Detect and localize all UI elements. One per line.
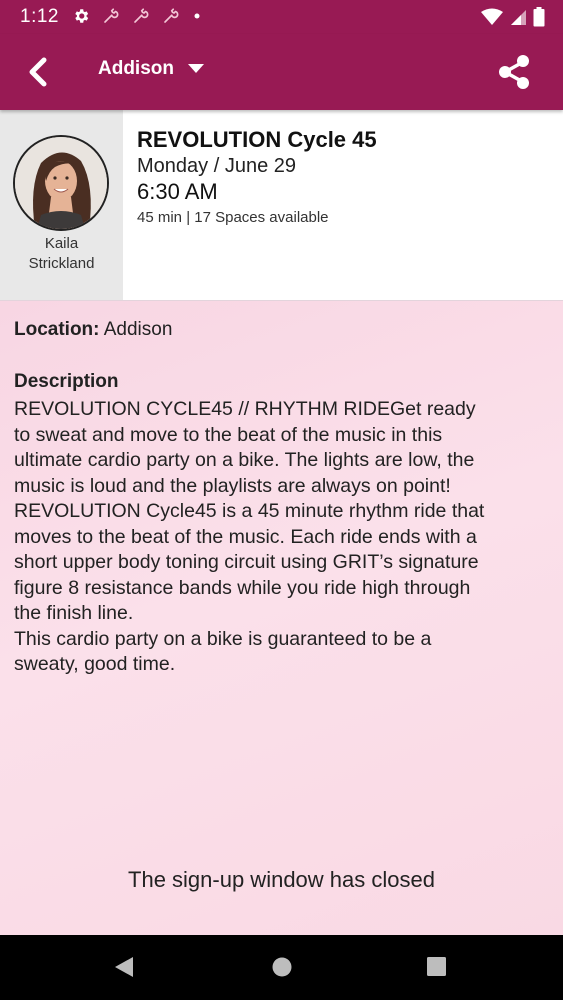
location-label: Location:	[14, 319, 100, 340]
share-button[interactable]	[497, 54, 531, 90]
nav-recents-icon	[427, 957, 446, 976]
nav-home-icon	[272, 957, 292, 977]
description-line: music is loud and the playlists are alwa…	[14, 474, 451, 497]
description-line: figure 8 resistance bands while you ride…	[14, 576, 471, 599]
description-line: REVOLUTION CYCLE45 // RHYTHM RIDEGet rea…	[14, 398, 476, 420]
class-meta: 45 min | 17 Spaces available	[137, 209, 329, 226]
description-line: REVOLUTION Cycle45 is a 45 minute rhythm…	[14, 500, 485, 522]
nav-back-button[interactable]	[112, 955, 136, 984]
class-title: REVOLUTION Cycle 45	[137, 127, 377, 152]
wrench-icon	[164, 8, 179, 23]
instructor-photo	[15, 137, 107, 229]
class-date: Monday / June 29	[137, 155, 296, 177]
instructor-first-name: Kaila	[44, 235, 79, 252]
class-details: Location: Addison Description REVOLUTION…	[0, 301, 563, 935]
class-time: 6:30 AM	[137, 179, 218, 204]
location-selector-label: Addison	[98, 58, 174, 79]
instructor-last-name: Strickland	[28, 255, 95, 272]
location-selector[interactable]: Addison	[98, 58, 204, 80]
gear-icon	[75, 9, 89, 23]
system-nav-bar	[0, 935, 563, 1000]
location-line: Location: Addison	[14, 319, 172, 341]
signup-status-message: The sign-up window has closed	[128, 867, 435, 892]
description-heading: Description	[14, 371, 119, 392]
description-line: ultimate cardio party on a bike. The lig…	[14, 449, 475, 471]
nav-home-button[interactable]	[271, 955, 293, 984]
wrench-icon	[104, 8, 119, 23]
nav-back-icon	[115, 957, 133, 977]
share-icon	[499, 55, 529, 89]
description-line: moves to the beat of the music. Each rid…	[14, 525, 477, 548]
signal-icon	[511, 10, 526, 25]
description-text: REVOLUTION CYCLE45 // RHYTHM RIDEGet rea…	[14, 397, 544, 678]
wifi-icon	[481, 8, 503, 25]
status-bar: 1:12	[0, 0, 563, 34]
description-line: This cardio party on a bike is guarantee…	[14, 627, 432, 650]
nav-recents-button[interactable]	[426, 955, 448, 984]
dropdown-icon	[188, 64, 204, 73]
status-icons-left	[72, 7, 202, 25]
instructor-avatar	[13, 135, 109, 231]
app-bar: Addison	[0, 34, 563, 110]
location-value: Addison	[99, 319, 173, 340]
instructor-name: Kaila Strickland	[0, 234, 123, 274]
description-line: sweaty, good time.	[14, 653, 176, 675]
status-icons-right	[481, 7, 545, 27]
back-button[interactable]	[22, 52, 58, 92]
description-line: short upper body toning circuit using GR…	[14, 551, 479, 573]
dot-icon	[194, 13, 200, 19]
class-header: Kaila Strickland REVOLUTION Cycle 45 Mon…	[0, 110, 563, 301]
wrench-icon	[134, 8, 149, 23]
status-time: 1:12	[20, 6, 59, 27]
description-line: to sweat and move to the beat of the mus…	[14, 423, 443, 446]
description-line: the finish line.	[14, 602, 134, 624]
instructor-panel[interactable]: Kaila Strickland	[0, 110, 123, 300]
back-icon	[29, 57, 47, 87]
battery-icon	[533, 7, 545, 27]
